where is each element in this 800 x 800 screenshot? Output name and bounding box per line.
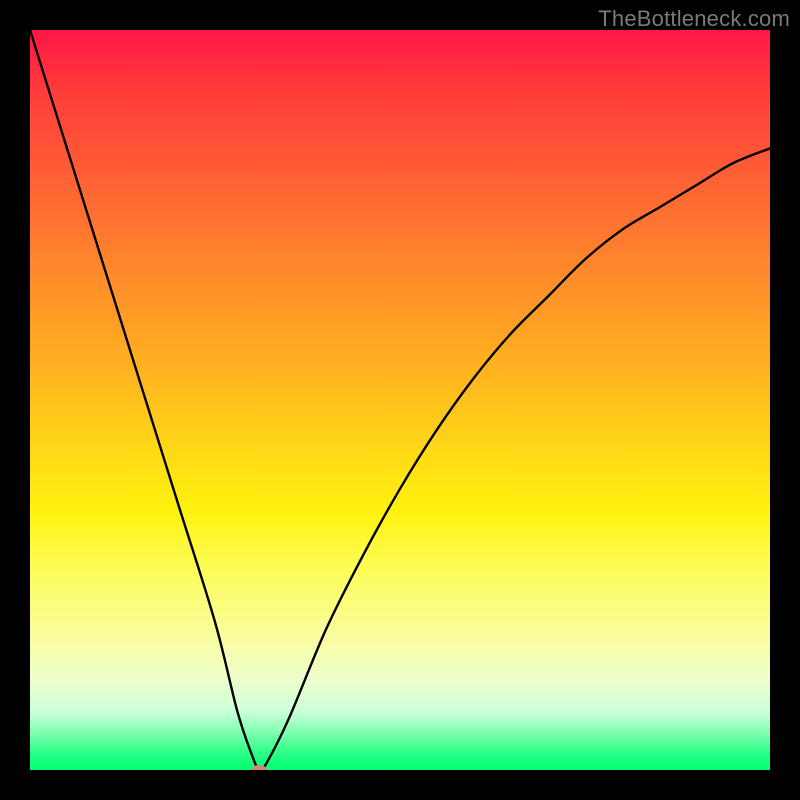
watermark-text: TheBottleneck.com — [598, 6, 790, 32]
chart-frame: TheBottleneck.com — [0, 0, 800, 800]
optimal-point-marker — [251, 765, 267, 770]
bottleneck-curve — [30, 30, 770, 770]
plot-area — [30, 30, 770, 770]
